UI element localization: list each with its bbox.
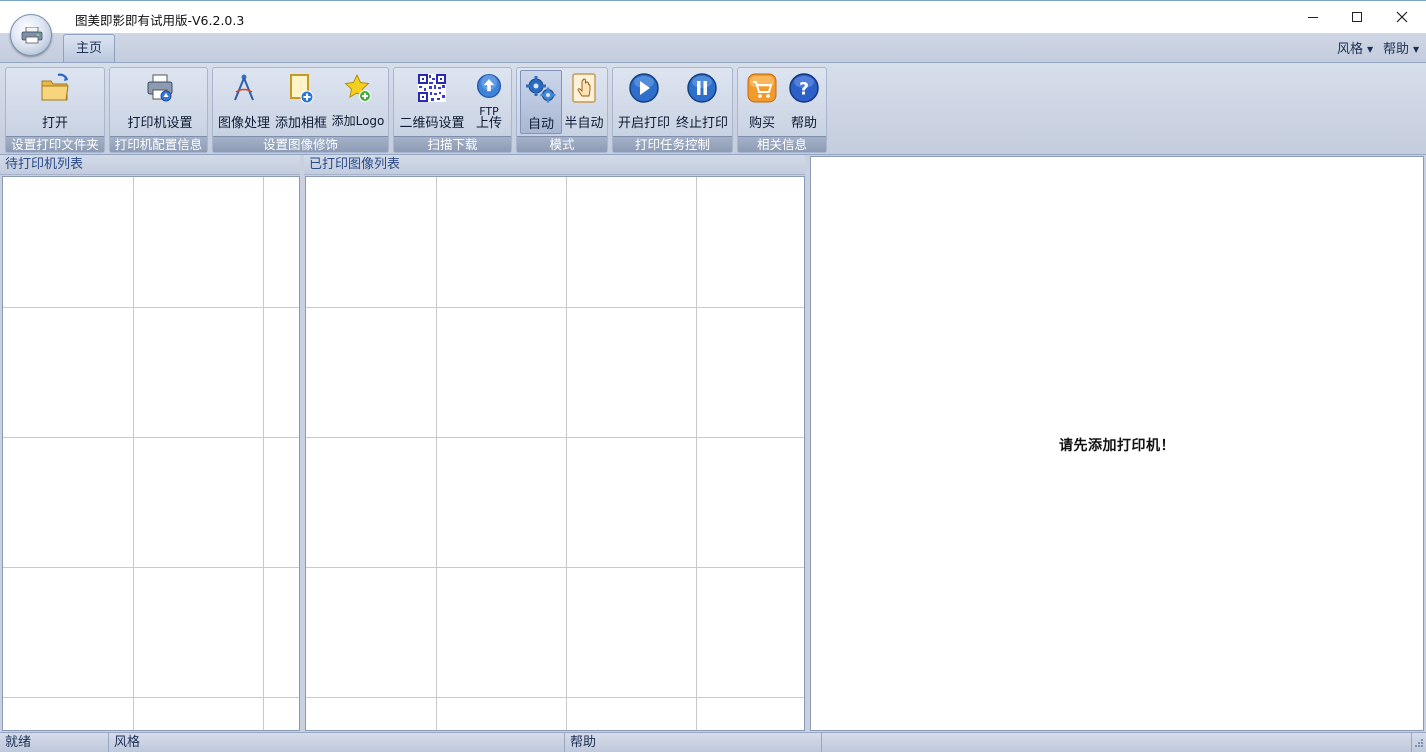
help-menu[interactable]: 帮助 ▼	[1383, 38, 1419, 57]
help-label: 帮助	[790, 116, 817, 131]
semi-auto-mode-label: 半自动	[564, 116, 604, 131]
auto-mode-button[interactable]: 自动	[520, 70, 562, 134]
stop-print-label: 终止打印	[675, 116, 728, 131]
style-menu-label: 风格	[1337, 42, 1364, 57]
open-button[interactable]: 打开	[26, 70, 84, 134]
printer-settings-label: 打印机设置	[127, 116, 193, 131]
group-printer-config: 打印机设置 打印机配置信息	[109, 67, 208, 153]
status-ready: 就绪	[0, 733, 109, 752]
maximize-button[interactable]	[1334, 1, 1380, 32]
ftp-upload-button[interactable]: FTP 上传	[470, 70, 508, 134]
add-logo-button[interactable]: 添加Logo	[329, 70, 387, 134]
status-help: 帮助	[565, 733, 822, 752]
chevron-down-icon: ▼	[1367, 45, 1374, 54]
auto-mode-label: 自动	[527, 117, 554, 132]
pending-printers-grid[interactable]	[2, 176, 300, 731]
qr-code-settings-label: 二维码设置	[399, 116, 465, 131]
printer-settings-icon	[147, 74, 173, 102]
image-processing-button[interactable]: 图像处理	[215, 70, 273, 134]
qr-code-settings-button[interactable]: 二维码设置	[396, 70, 468, 134]
stop-print-button[interactable]: 终止打印	[673, 70, 731, 134]
group-label: 相关信息	[738, 136, 826, 152]
maximize-icon	[1352, 11, 1362, 22]
help-button[interactable]: ? 帮助	[784, 70, 824, 134]
group-label: 打印任务控制	[613, 136, 732, 152]
gears-icon	[526, 76, 556, 103]
printer-settings-button[interactable]: 打印机设置	[118, 70, 202, 134]
folder-open-icon	[41, 73, 69, 101]
upload-arrow-icon	[476, 73, 502, 99]
status-style: 风格	[109, 733, 565, 752]
status-bar: 就绪 风格 帮助	[0, 732, 1426, 752]
chevron-down-icon: ▼	[1413, 45, 1420, 54]
play-icon	[629, 73, 659, 103]
pending-printers-title: 待打印机列表	[5, 157, 84, 172]
group-label: 设置图像修饰	[213, 136, 388, 152]
hand-pointer-icon	[572, 73, 596, 103]
pending-printers-header: 待打印机列表	[0, 155, 300, 175]
star-add-icon	[344, 73, 371, 102]
style-menu[interactable]: 风格 ▼	[1337, 38, 1373, 57]
tab-home[interactable]: 主页	[63, 34, 115, 63]
group-label: 打印机配置信息	[110, 136, 207, 152]
ribbon: 打开 设置打印文件夹 打印机设置 打印机配置信息 图像处理 添加相框 添加Log…	[0, 62, 1426, 155]
group-label: 设置打印文件夹	[6, 136, 104, 152]
group-image-decoration: 图像处理 添加相框 添加Logo 设置图像修饰	[212, 67, 389, 153]
group-label: 扫描下载	[394, 136, 511, 152]
group-mode: 自动 半自动 模式	[516, 67, 608, 153]
add-frame-label: 添加相框	[274, 116, 327, 131]
open-button-label: 打开	[41, 116, 68, 131]
ftp-upload-label-line2: 上传	[475, 116, 502, 131]
question-icon: ?	[789, 73, 819, 103]
image-processing-label: 图像处理	[217, 116, 270, 131]
add-logo-label: 添加Logo	[331, 114, 385, 128]
status-empty	[822, 733, 1412, 752]
ribbon-tab-strip: 主页 风格 ▼ 帮助 ▼	[0, 33, 1426, 63]
minimize-button[interactable]	[1290, 1, 1336, 32]
cart-icon	[747, 73, 777, 103]
printed-images-title: 已打印图像列表	[309, 157, 401, 172]
semi-auto-mode-button[interactable]: 半自动	[562, 70, 606, 134]
minimize-icon	[1308, 16, 1318, 18]
svg-text:?: ?	[799, 80, 809, 100]
close-button[interactable]	[1379, 1, 1425, 32]
start-print-button[interactable]: 开启打印	[615, 70, 673, 134]
app-menu-button[interactable]	[10, 14, 52, 56]
resize-grip-icon[interactable]	[1412, 738, 1424, 750]
printed-images-header: 已打印图像列表	[304, 155, 805, 175]
buy-button[interactable]: 购买	[742, 70, 782, 134]
close-icon	[1396, 11, 1408, 22]
title-bar: 图美即影即有试用版-V6.2.0.3	[0, 0, 1426, 33]
printer-icon	[21, 27, 43, 44]
start-print-label: 开启打印	[617, 116, 670, 131]
help-menu-label: 帮助	[1383, 42, 1410, 57]
ftp-upload-label: FTP 上传	[470, 106, 508, 131]
group-label: 模式	[517, 136, 607, 152]
group-print-folder: 打开 设置打印文件夹	[5, 67, 105, 153]
compass-tool-icon	[234, 74, 254, 101]
add-frame-button[interactable]: 添加相框	[273, 70, 329, 134]
group-print-task-control: 开启打印 终止打印 打印任务控制	[612, 67, 733, 153]
add-frame-icon	[290, 74, 314, 104]
window-title: 图美即影即有试用版-V6.2.0.3	[75, 13, 245, 28]
printed-images-grid[interactable]	[305, 176, 805, 731]
pause-icon	[687, 73, 717, 103]
qr-code-icon	[418, 74, 446, 102]
preview-panel: 请先添加打印机！	[810, 156, 1424, 731]
buy-label: 购买	[748, 116, 775, 131]
no-printer-message: 请先添加打印机！	[1059, 438, 1175, 454]
group-scan-download: 二维码设置 FTP 上传 扫描下载	[393, 67, 512, 153]
group-related-info: 购买 ? 帮助 相关信息	[737, 67, 827, 153]
